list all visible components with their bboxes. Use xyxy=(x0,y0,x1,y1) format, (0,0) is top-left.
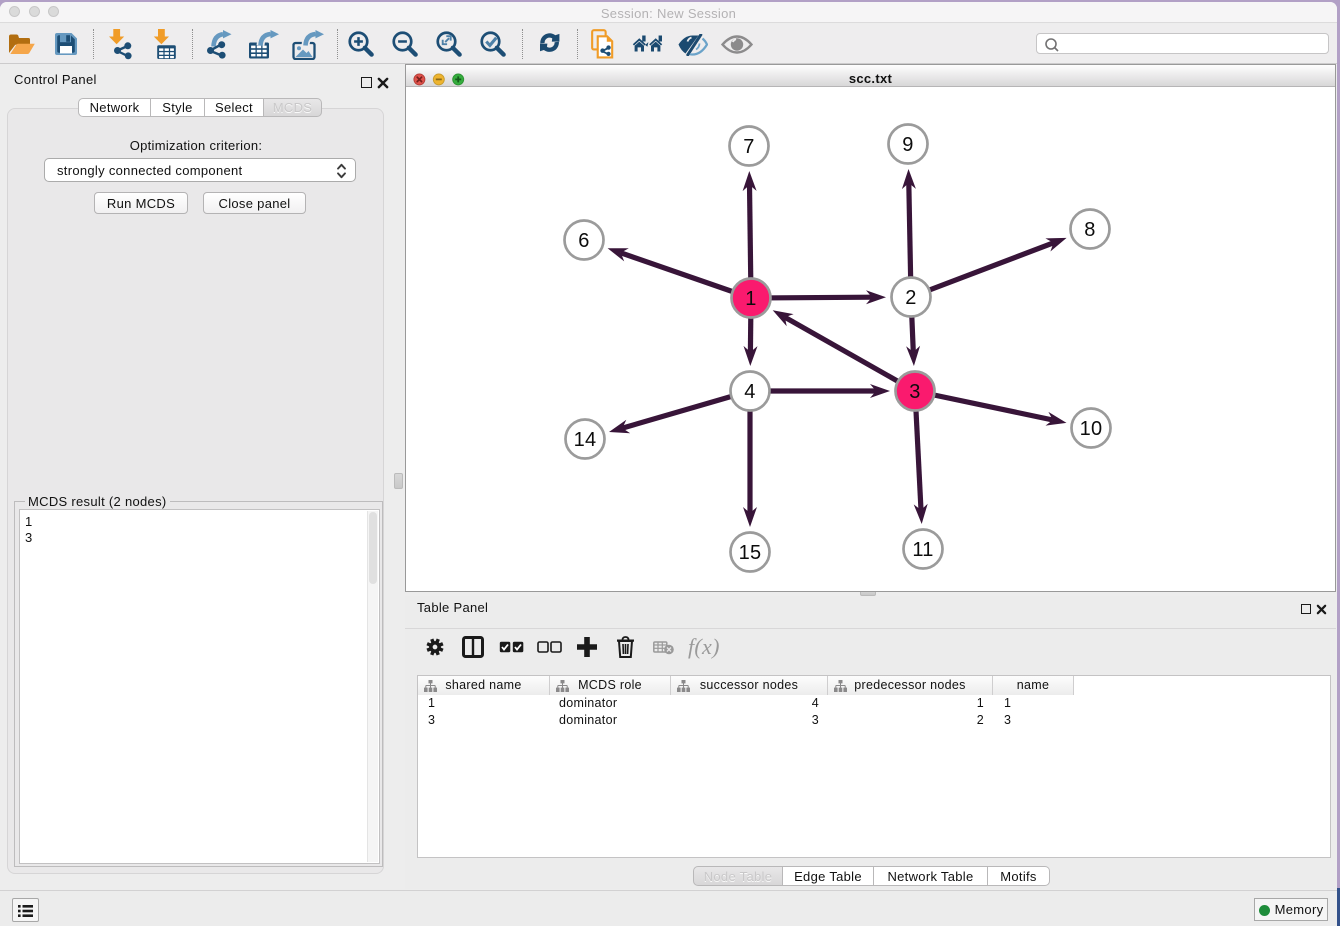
svg-text:10: 10 xyxy=(1080,418,1103,440)
svg-text:7: 7 xyxy=(743,136,754,158)
svg-text:4: 4 xyxy=(744,381,755,403)
svg-text:9: 9 xyxy=(902,134,913,156)
svg-text:3: 3 xyxy=(909,381,920,403)
svg-text:14: 14 xyxy=(574,429,597,451)
svg-text:11: 11 xyxy=(912,539,933,561)
svg-text:6: 6 xyxy=(578,230,589,252)
svg-text:1: 1 xyxy=(745,288,756,310)
svg-text:15: 15 xyxy=(739,542,762,564)
svg-text:8: 8 xyxy=(1084,219,1095,241)
svg-text:2: 2 xyxy=(905,287,916,309)
